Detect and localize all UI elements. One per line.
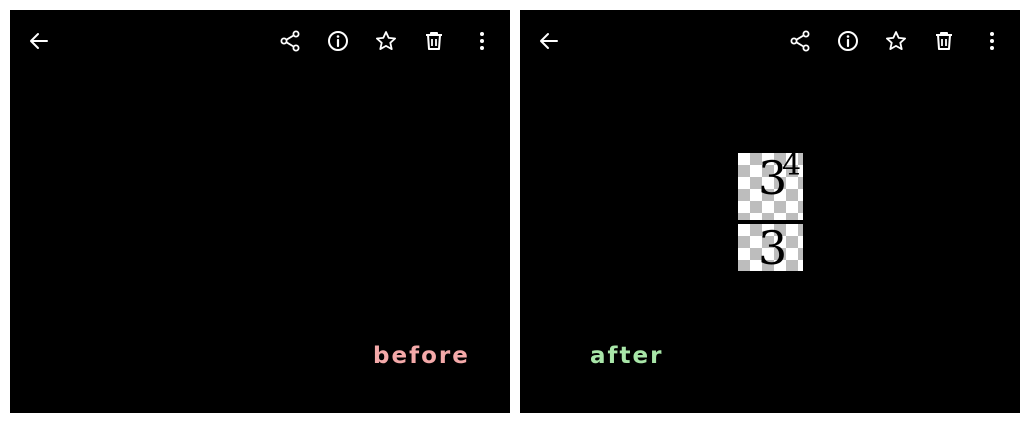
info-icon[interactable] xyxy=(326,29,350,53)
back-arrow-icon[interactable] xyxy=(537,29,561,53)
trash-icon[interactable] xyxy=(422,29,446,53)
before-panel: before xyxy=(10,10,510,413)
after-panel: 3 4 3 after xyxy=(520,10,1020,413)
share-icon[interactable] xyxy=(788,29,812,53)
share-icon[interactable] xyxy=(278,29,302,53)
before-caption: before xyxy=(373,343,470,369)
numerator-exponent: 4 xyxy=(782,148,802,183)
more-vert-icon[interactable] xyxy=(980,29,1004,53)
denominator: 3 xyxy=(758,221,788,275)
back-arrow-icon[interactable] xyxy=(27,29,51,53)
info-icon[interactable] xyxy=(836,29,860,53)
photo-viewer-toolbar xyxy=(10,10,510,72)
photo-viewer-toolbar xyxy=(520,10,1020,72)
star-icon[interactable] xyxy=(884,29,908,53)
denominator-image: 3 xyxy=(738,224,803,271)
trash-icon[interactable] xyxy=(932,29,956,53)
more-vert-icon[interactable] xyxy=(470,29,494,53)
numerator-image: 3 4 xyxy=(738,148,803,220)
after-caption: after xyxy=(590,343,664,369)
fraction-image: 3 4 3 xyxy=(738,148,803,271)
star-icon[interactable] xyxy=(374,29,398,53)
